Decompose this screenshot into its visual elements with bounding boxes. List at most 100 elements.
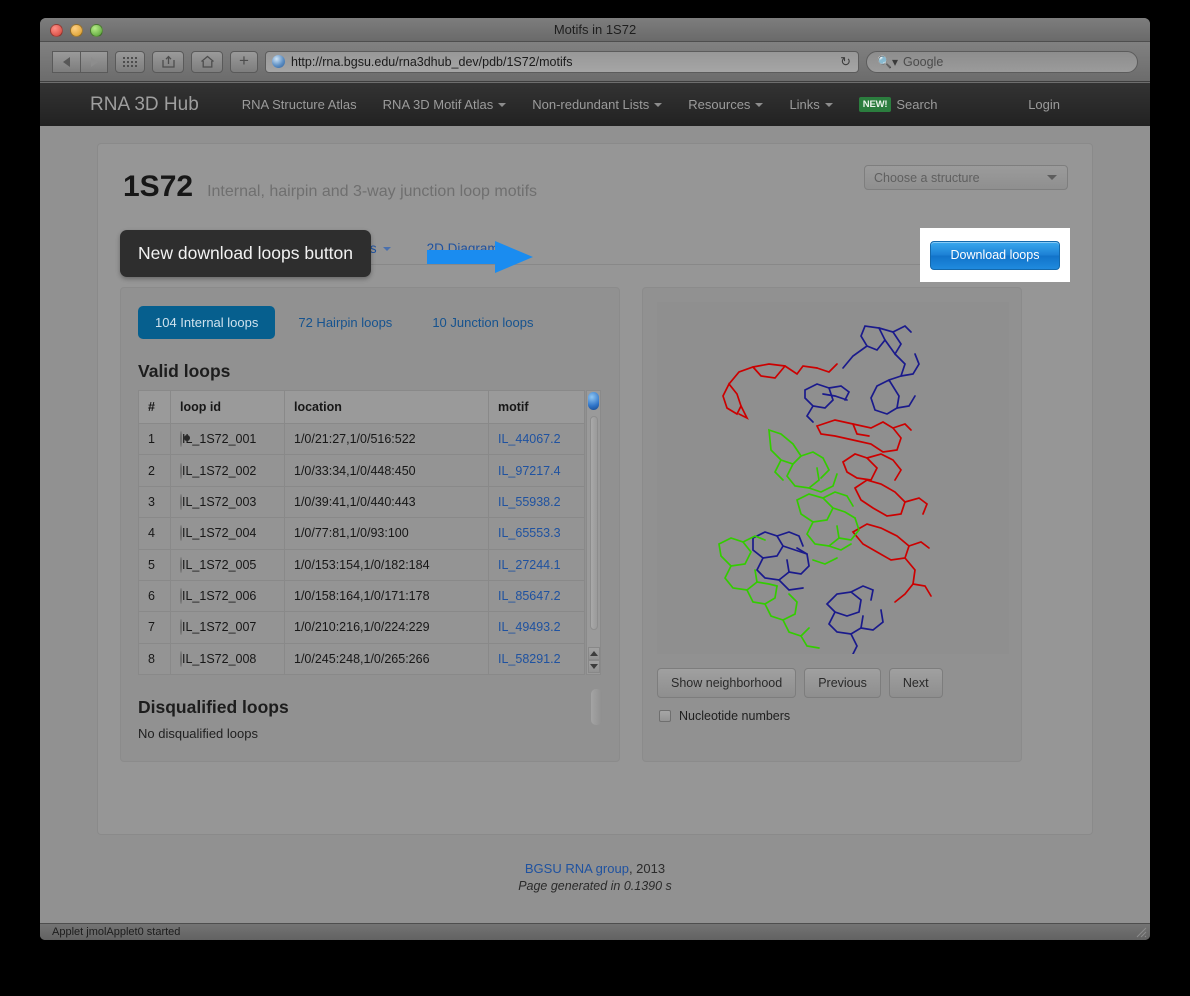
motif-link[interactable]: IL_49493.2 (498, 620, 561, 634)
table-row[interactable]: 5 IL_1S72_005 1/0/153:154,1/0/182:184 IL… (139, 549, 585, 580)
loop-radio[interactable] (180, 557, 182, 573)
nav-resources[interactable]: Resources (675, 97, 776, 112)
download-loops-button[interactable]: Download loops (930, 241, 1060, 270)
back-arrow-icon[interactable] (52, 51, 80, 73)
cell-motif[interactable]: IL_85647.2 (489, 580, 585, 611)
nav-login[interactable]: Login (1028, 97, 1060, 112)
cell-motif[interactable]: IL_55938.2 (489, 486, 585, 517)
table-row[interactable]: 1 IL_1S72_001 1/0/21:27,1/0/516:522 IL_4… (139, 424, 585, 455)
cell-loop-id[interactable]: IL_1S72_005 (171, 549, 285, 580)
table-row[interactable]: 2 IL_1S72_002 1/0/33:34,1/0/448:450 IL_9… (139, 455, 585, 486)
cell-loop-id[interactable]: IL_1S72_006 (171, 580, 285, 611)
download-loops-panel: Download loops (920, 228, 1070, 282)
grid-icon[interactable] (115, 51, 145, 73)
cell-loop-id[interactable]: IL_1S72_001 (171, 424, 285, 455)
nav-search[interactable]: NEW! Search (846, 97, 951, 112)
loop-radio[interactable] (180, 431, 182, 447)
annotation-callout-text: New download loops button (138, 243, 353, 264)
cell-motif[interactable]: IL_49493.2 (489, 612, 585, 643)
cell-loop-id[interactable]: IL_1S72_007 (171, 612, 285, 643)
url-bar[interactable]: http://rna.bgsu.edu/rna3dhub_dev/pdb/1S7… (265, 51, 859, 73)
table-row[interactable]: 6 IL_1S72_006 1/0/158:164,1/0/171:178 IL… (139, 580, 585, 611)
loop-id-text: IL_1S72_003 (182, 495, 256, 509)
nav-links[interactable]: Links (776, 97, 845, 112)
site-navbar: RNA 3D Hub RNA Structure Atlas RNA 3D Mo… (40, 83, 1150, 126)
loop-radio[interactable] (180, 651, 182, 667)
cell-motif[interactable]: IL_58291.2 (489, 643, 585, 674)
motif-link[interactable]: IL_44067.2 (498, 432, 561, 446)
show-neighborhood-button[interactable]: Show neighborhood (657, 668, 796, 698)
loop-radio[interactable] (180, 494, 182, 510)
next-button[interactable]: Next (889, 668, 943, 698)
cell-location: 1/0/33:34,1/0/448:450 (285, 455, 489, 486)
home-icon[interactable] (191, 51, 223, 73)
table-row[interactable]: 4 IL_1S72_004 1/0/77:81,1/0/93:100 IL_65… (139, 518, 585, 549)
page-title: 1S72 (123, 170, 193, 204)
scrollbar-thumb[interactable] (588, 392, 599, 410)
cell-loop-id[interactable]: IL_1S72_004 (171, 518, 285, 549)
loop-radio[interactable] (180, 588, 182, 604)
nucleotide-numbers-label: Nucleotide numbers (679, 709, 790, 723)
motif-link[interactable]: IL_27244.1 (498, 558, 561, 572)
disqualified-loops-heading: Disqualified loops (138, 697, 602, 718)
loop-id-cell: IL_1S72_005 (180, 557, 256, 573)
jmol-3d-viewer[interactable] (657, 302, 1009, 654)
page-subtitle: Internal, hairpin and 3-way junction loo… (207, 183, 537, 201)
disqualified-scrollbar-thumb[interactable] (591, 689, 602, 725)
nav-non-redundant-lists[interactable]: Non-redundant Lists (519, 97, 675, 112)
loop-id-cell: IL_1S72_002 (180, 463, 256, 479)
cell-motif[interactable]: IL_65553.3 (489, 518, 585, 549)
cell-loop-id[interactable]: IL_1S72_008 (171, 643, 285, 674)
url-text: http://rna.bgsu.edu/rna3dhub_dev/pdb/1S7… (291, 55, 572, 69)
table-row[interactable]: 8 IL_1S72_008 1/0/245:248,1/0/265:266 IL… (139, 643, 585, 674)
share-icon[interactable] (152, 51, 184, 73)
bgsu-rna-group-link[interactable]: BGSU RNA group (525, 861, 629, 876)
resize-grip-icon[interactable] (1135, 926, 1147, 938)
annotation-callout: New download loops button (120, 230, 371, 277)
loops-panel: 104 Internal loops 72 Hairpin loops 10 J… (120, 287, 620, 762)
col-loop-id: loop id (171, 391, 285, 424)
nav-rna-structure-atlas[interactable]: RNA Structure Atlas (229, 97, 370, 112)
motif-link[interactable]: IL_97217.4 (498, 464, 561, 478)
cell-motif[interactable]: IL_27244.1 (489, 549, 585, 580)
loop-id-cell: IL_1S72_003 (180, 494, 256, 510)
forward-arrow-icon[interactable] (80, 51, 108, 73)
nav-label: Non-redundant Lists (532, 97, 649, 112)
statusbar-text: Applet jmolApplet0 started (52, 926, 180, 938)
scroll-up-icon[interactable] (588, 647, 600, 660)
scrollbar-track[interactable] (590, 416, 598, 630)
scroll-down-icon[interactable] (588, 660, 600, 673)
cell-number: 7 (139, 612, 171, 643)
content-columns: 104 Internal loops 72 Hairpin loops 10 J… (120, 287, 1070, 762)
cell-motif[interactable]: IL_97217.4 (489, 455, 585, 486)
new-tab-button[interactable]: + (230, 51, 258, 73)
nav-rna-3d-motif-atlas[interactable]: RNA 3D Motif Atlas (370, 97, 520, 112)
table-header-row: # loop id location motif (139, 391, 585, 424)
table-row[interactable]: 3 IL_1S72_003 1/0/39:41,1/0/440:443 IL_5… (139, 486, 585, 517)
cell-motif[interactable]: IL_44067.2 (489, 424, 585, 455)
loop-id-text: IL_1S72_004 (182, 526, 256, 540)
loop-radio[interactable] (180, 463, 182, 479)
reload-icon[interactable]: ↻ (840, 54, 851, 70)
loop-type-internal[interactable]: 104 Internal loops (138, 306, 275, 339)
loop-type-hairpin[interactable]: 72 Hairpin loops (281, 306, 409, 339)
cell-number: 8 (139, 643, 171, 674)
search-bar[interactable]: 🔍▾ Google (866, 51, 1138, 73)
motif-link[interactable]: IL_65553.3 (498, 526, 561, 540)
nucleotide-numbers-checkbox[interactable] (659, 710, 671, 722)
motif-link[interactable]: IL_85647.2 (498, 589, 561, 603)
table-row[interactable]: 7 IL_1S72_007 1/0/210:216,1/0/224:229 IL… (139, 612, 585, 643)
nucleotide-numbers-row[interactable]: Nucleotide numbers (657, 709, 1007, 723)
motif-link[interactable]: IL_58291.2 (498, 652, 561, 666)
loop-id-text: IL_1S72_008 (182, 652, 256, 666)
cell-loop-id[interactable]: IL_1S72_003 (171, 486, 285, 517)
structure-select-dropdown[interactable]: Choose a structure (864, 165, 1068, 190)
motif-link[interactable]: IL_55938.2 (498, 495, 561, 509)
navigation-buttons (52, 51, 108, 73)
loop-type-junction[interactable]: 10 Junction loops (415, 306, 550, 339)
window-titlebar: Motifs in 1S72 (40, 18, 1150, 42)
table-scrollbar[interactable] (586, 390, 601, 675)
cell-loop-id[interactable]: IL_1S72_002 (171, 455, 285, 486)
previous-button[interactable]: Previous (804, 668, 881, 698)
site-brand[interactable]: RNA 3D Hub (90, 94, 199, 116)
